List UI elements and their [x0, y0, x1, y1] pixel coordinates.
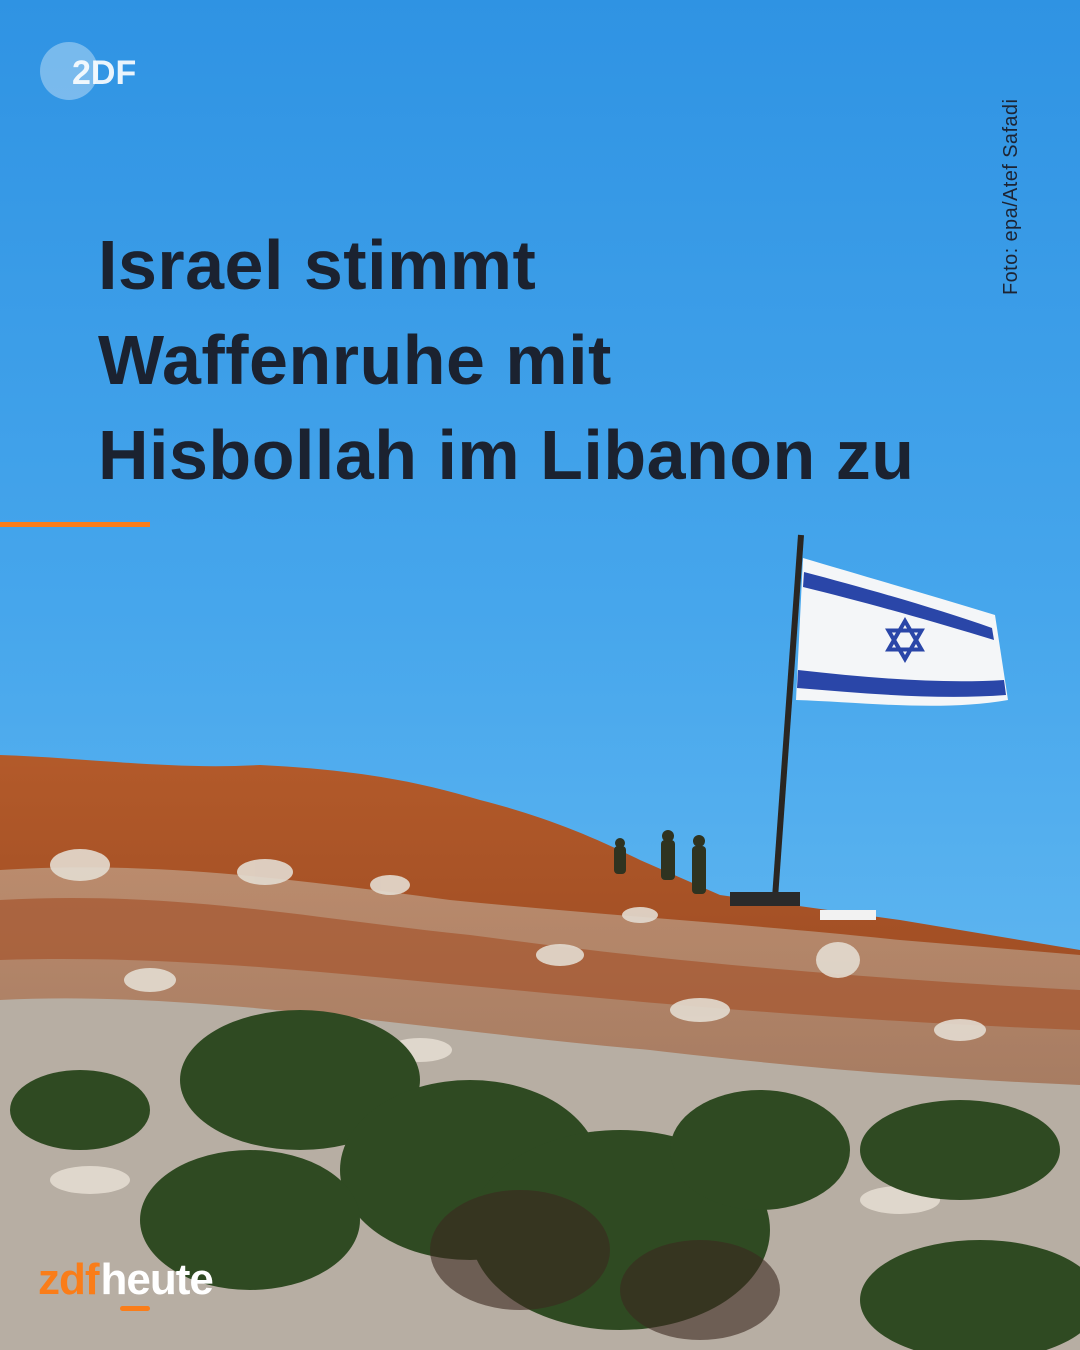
zdf-logo-text: 2DF [72, 54, 136, 92]
ridge-sign [820, 910, 876, 920]
accent-divider [0, 522, 150, 527]
brand-prefix: zdf [38, 1255, 100, 1304]
photo-background [0, 534, 1080, 1350]
ridge-vehicle [730, 892, 800, 906]
headline-line-3: Hisbollah im Libanon zu [98, 416, 915, 494]
zdf-circle-logo-icon: 2DF [40, 42, 136, 100]
headline-line-2: Waffenruhe mit [98, 321, 612, 399]
brand-underline [120, 1306, 150, 1311]
zdfheute-logo: zdfheute [38, 1255, 214, 1305]
flag-pole [772, 534, 804, 899]
headline: Israel stimmt Waffenruhe mit Hisbollah i… [98, 218, 1028, 503]
brand-suffix: heute [100, 1255, 214, 1304]
headline-line-1: Israel stimmt [98, 226, 537, 304]
israel-flag [796, 558, 1008, 706]
post-canvas: 2DF Foto: epa/Atef Safadi Israel stimmt … [0, 0, 1080, 1350]
